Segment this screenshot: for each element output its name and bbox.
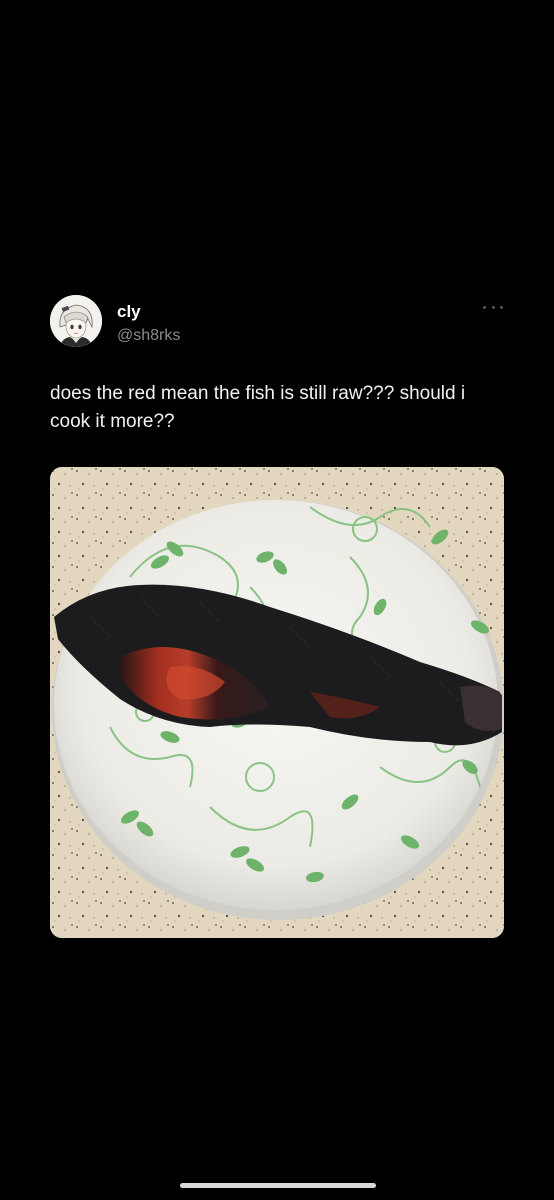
more-options-icon[interactable] [483, 302, 503, 312]
fish-on-plate-image [50, 467, 504, 938]
dot [491, 305, 495, 309]
author-display-name[interactable]: cly [117, 302, 141, 322]
tweet-photo[interactable] [50, 467, 504, 938]
avatar[interactable] [50, 295, 102, 347]
anime-avatar-icon [50, 295, 102, 347]
home-indicator[interactable] [180, 1183, 376, 1188]
author-handle[interactable]: @sh8rks [117, 327, 180, 345]
dot [483, 305, 486, 309]
dot [500, 305, 503, 309]
tweet-text: does the red mean the fish is still raw?… [50, 383, 466, 432]
